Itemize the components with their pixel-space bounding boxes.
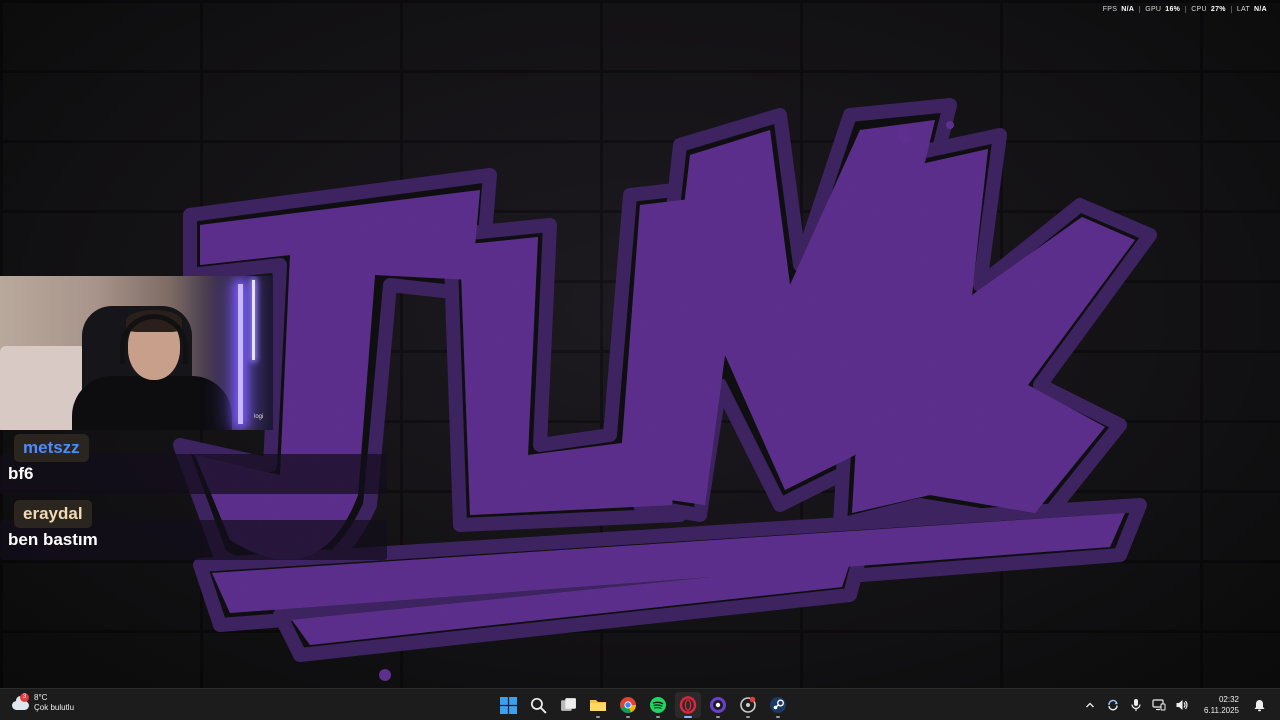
sync-tray-button[interactable] [1106,698,1120,712]
latency-label: LAT [1236,6,1251,13]
webcam-brand: logi [254,414,264,420]
chat-text: ben bastım [8,530,98,549]
notifications-button[interactable] [1252,698,1266,712]
weather-badge: 3 [20,693,29,702]
junkie-logo [173,98,1157,681]
game-app-button[interactable] [735,692,761,718]
sync-icon [1108,699,1118,711]
game-icon [740,696,756,713]
chevron-up-icon [1086,702,1094,708]
chat-username: metszz [14,434,89,462]
fps-label: FPS [1102,6,1118,13]
task-view-button[interactable] [555,692,581,718]
volume-icon [1176,700,1188,710]
spotify-icon [650,697,666,713]
gpu-value: 16% [1165,6,1181,13]
latency-value: N/A [1254,6,1267,13]
taskbar-clock[interactable]: 02:32 6.11.2025 [1204,694,1239,716]
gpu-label: GPU [1145,6,1162,13]
chat-username: eraydal [14,500,92,528]
fps-stat: FPS N/A [1098,6,1139,13]
show-hidden-icons-button[interactable] [1083,698,1097,712]
obs-icon [710,697,726,713]
performance-overlay: FPS N/A GPU 16% CPU 27% LAT N/A [1098,6,1272,13]
notification-bell-icon [1254,699,1264,711]
gpu-stat: GPU 16% [1139,6,1185,13]
folder-icon [590,700,606,711]
chat-text: bf6 [8,464,34,483]
webcam-person-body [72,376,232,430]
webcam-feed: logi [0,276,273,430]
weather-widget[interactable]: 3 8°C Çok bulutlu [10,693,74,713]
weather-temperature: 8°C [34,693,48,702]
search-icon [530,697,546,713]
neon-light [238,284,243,424]
volume-tray-button[interactable] [1175,698,1189,712]
start-button[interactable] [495,692,521,718]
chrome-icon [620,697,636,714]
latency-stat: LAT N/A [1230,6,1272,13]
search-button[interactable] [525,692,551,718]
steam-icon [770,697,786,713]
task-view-icon [560,697,576,711]
weather-condition: Çok bulutlu [34,703,75,712]
file-explorer-button[interactable] [585,692,611,718]
taskbar-apps [495,692,791,718]
system-tray: 02:32 6.11.2025 [1083,689,1266,720]
cpu-stat: CPU 27% [1185,6,1231,13]
cpu-value: 27% [1210,6,1226,13]
cloud-icon: 3 [10,693,30,711]
clock-time: 02:32 [1218,695,1239,704]
windows-icon [499,696,517,714]
neon-light-secondary [252,280,255,360]
opera-icon [679,696,697,714]
taskbar: 3 8°C Çok bulutlu 02:32 6.11.2025 [0,688,1280,720]
network-tray-button[interactable] [1152,698,1166,712]
steam-button[interactable] [765,692,791,718]
fps-value: N/A [1121,6,1135,13]
obs-button[interactable] [705,692,731,718]
chat-message: metszz bf6 [0,434,390,500]
cpu-label: CPU [1191,6,1207,13]
microphone-icon [1131,699,1141,711]
microphone-tray-button[interactable] [1129,698,1143,712]
chat-overlay: metszz bf6 eraydal ben bastım [0,434,390,566]
spotify-button[interactable] [645,692,671,718]
chat-message: eraydal ben bastım [0,500,390,566]
opera-button[interactable] [675,692,701,718]
network-icon [1152,699,1166,711]
clock-date: 6.11.2025 [1204,706,1239,715]
chrome-button[interactable] [615,692,641,718]
